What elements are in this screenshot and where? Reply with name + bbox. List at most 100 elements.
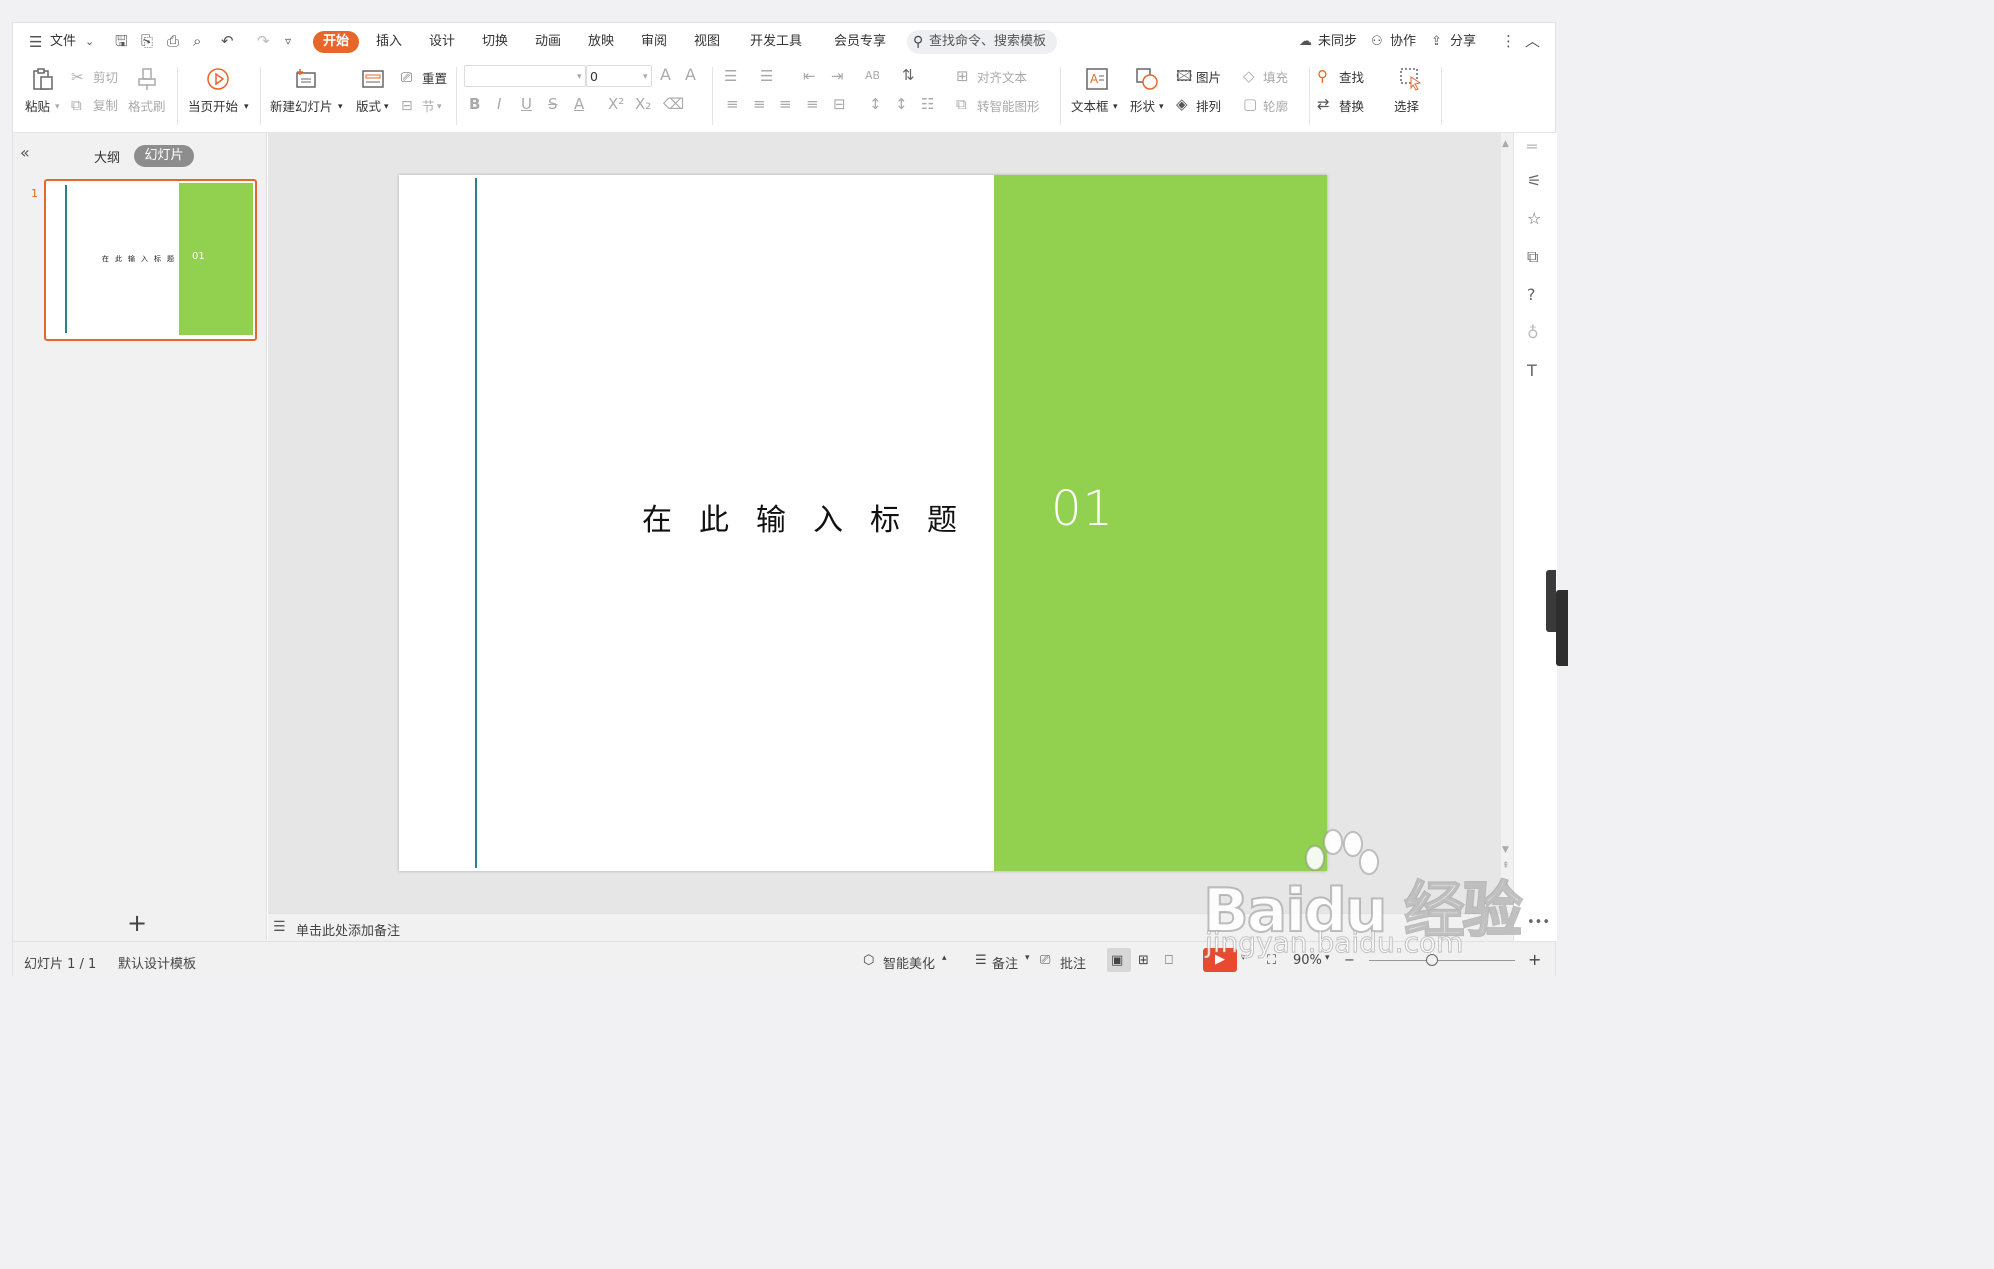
paragraph-spacing-icon[interactable]: ↕ — [895, 96, 908, 112]
chevron-down-icon[interactable]: ▾ — [1113, 99, 1118, 115]
increase-indent-icon[interactable]: ⇥ — [831, 68, 844, 84]
more-options-icon[interactable]: ⋮ — [1501, 33, 1516, 49]
font-family-select[interactable] — [464, 65, 586, 87]
save-icon[interactable]: 🖫 — [115, 33, 128, 49]
justify-icon[interactable]: ≡ — [806, 96, 819, 112]
file-menu[interactable]: 文件 — [50, 33, 76, 51]
format-painter-icon[interactable] — [135, 67, 159, 91]
smart-beautify-button[interactable]: 智能美化 — [883, 953, 935, 972]
textbox-button[interactable]: 文本框 — [1071, 99, 1109, 115]
increase-font-icon[interactable]: A — [660, 67, 671, 83]
slide-title[interactable]: 在此输入标题 — [642, 495, 984, 539]
decrease-font-icon[interactable]: A — [685, 67, 696, 83]
collapse-ribbon-icon[interactable]: ︿ — [1525, 33, 1540, 49]
text-tool-icon[interactable]: T — [1527, 363, 1537, 379]
zoom-in-icon[interactable]: + — [1528, 950, 1541, 969]
tab-transitions[interactable]: 切换 — [482, 33, 508, 51]
print-icon[interactable]: ⎙ — [167, 33, 179, 49]
zoom-level[interactable]: 90% — [1293, 953, 1322, 968]
chevron-down-icon[interactable]: ▾ — [643, 69, 648, 85]
scroll-down-icon[interactable]: ▼ — [1502, 845, 1509, 855]
shape-button[interactable]: 形状 — [1130, 99, 1155, 115]
export-icon[interactable]: ⎘ — [141, 33, 153, 49]
format-painter-button[interactable]: 格式刷 — [128, 99, 166, 115]
properties-icon[interactable]: ⚟ — [1527, 173, 1541, 189]
next-slide-icon[interactable]: ⇟ — [1502, 879, 1510, 889]
chevron-down-icon[interactable]: ▾ — [55, 99, 60, 115]
undo-icon[interactable]: ↶ — [221, 33, 234, 49]
redo-icon[interactable]: ↷ — [257, 33, 270, 49]
chevron-down-icon[interactable]: ▾ — [577, 69, 582, 85]
tab-view[interactable]: 视图 — [694, 33, 720, 51]
tab-review[interactable]: 审阅 — [641, 33, 667, 51]
chevron-down-icon[interactable]: ▾ — [1241, 953, 1246, 963]
tab-member[interactable]: 会员专享 — [834, 33, 886, 51]
numbered-list-icon[interactable]: ☰ — [760, 68, 773, 84]
tab-slideshow[interactable]: 放映 — [588, 33, 614, 51]
select-button[interactable]: 选择 — [1394, 99, 1419, 115]
floating-widget-handle[interactable] — [1546, 570, 1556, 632]
new-slide-icon[interactable] — [294, 67, 318, 91]
convert-smartart-button[interactable]: 转智能图形 — [977, 99, 1040, 115]
arrange-button[interactable]: 排列 — [1196, 99, 1221, 115]
prev-slide-icon[interactable]: ⇞ — [1502, 861, 1510, 871]
font-color-icon[interactable]: A — [574, 96, 584, 112]
paste-button[interactable]: 粘贴 — [25, 99, 50, 115]
clear-format-icon[interactable]: ⌫ — [663, 96, 684, 112]
chevron-down-icon[interactable]: ▾ — [244, 99, 249, 115]
normal-view-icon[interactable]: ▣ — [1111, 953, 1123, 968]
new-slide-button[interactable]: 新建幻灯片 — [270, 99, 333, 115]
align-left-icon[interactable]: ≡ — [726, 96, 739, 112]
play-icon[interactable] — [206, 67, 230, 91]
find-button[interactable]: 查找 — [1339, 70, 1364, 86]
print-preview-icon[interactable]: ⌕ — [193, 33, 201, 49]
copy-button[interactable]: 复制 — [93, 98, 118, 114]
collaborate-button[interactable]: 协作 — [1390, 33, 1416, 51]
slide-section-number[interactable]: 01 — [1051, 481, 1114, 537]
zoom-out-icon[interactable]: − — [1344, 953, 1355, 968]
floating-widget[interactable] — [1556, 590, 1568, 666]
tab-animations[interactable]: 动画 — [535, 33, 561, 51]
tab-developer[interactable]: 开发工具 — [750, 33, 802, 51]
bullet-list-icon[interactable]: ☰ — [724, 68, 737, 84]
add-slide-icon[interactable]: + — [127, 909, 147, 937]
share-button[interactable]: 分享 — [1450, 33, 1476, 51]
vertical-scrollbar[interactable]: ▲ ▼ ⇞ ⇟ — [1501, 133, 1513, 913]
decrease-indent-icon[interactable]: ⇤ — [803, 68, 816, 84]
chevron-down-icon[interactable]: ▾ — [1325, 953, 1330, 963]
star-icon[interactable]: ☆ — [1527, 211, 1541, 227]
fit-window-icon[interactable]: ⛶ — [1267, 953, 1276, 968]
comments-button[interactable]: 批注 — [1060, 953, 1086, 972]
more-icon[interactable]: ••• — [1527, 915, 1550, 931]
slide-sorter-icon[interactable]: ⊞ — [1138, 953, 1149, 968]
slide-green-panel[interactable] — [994, 175, 1327, 871]
textbox-icon[interactable]: A — [1085, 67, 1109, 91]
layout-button[interactable]: 版式 — [356, 99, 381, 115]
distribute-icon[interactable]: ⊟ — [833, 96, 846, 112]
tab-slides[interactable]: 幻灯片 — [134, 145, 194, 167]
paste-icon[interactable] — [31, 67, 55, 91]
columns-icon[interactable]: ☷ — [921, 96, 934, 112]
play-from-current-button[interactable]: 当页开始 — [188, 99, 238, 115]
text-direction-icon[interactable]: ⇅ — [902, 67, 915, 83]
chevron-down-icon[interactable]: ▾ — [338, 99, 343, 115]
chevron-down-icon[interactable]: ▾ — [1025, 953, 1030, 963]
select-icon[interactable] — [1399, 67, 1423, 91]
superscript-icon[interactable]: X² — [608, 96, 624, 112]
chevron-down-icon[interactable]: ▾ — [1159, 99, 1164, 115]
layout-icon[interactable] — [361, 67, 385, 91]
template-name[interactable]: 默认设计模板 — [118, 953, 196, 972]
drag-handle-icon[interactable]: ═ — [1527, 139, 1537, 155]
slide-thumbnail[interactable]: 在此输入标题 01 — [44, 179, 257, 341]
tab-home[interactable]: 开始 — [313, 31, 359, 53]
customize-toolbar-icon[interactable]: ▿ — [285, 33, 291, 49]
notes-bar[interactable]: ☰ 单击此处添加备注 — [268, 913, 1513, 941]
sync-status-button[interactable]: 未同步 — [1318, 33, 1357, 51]
notes-placeholder[interactable]: 单击此处添加备注 — [296, 920, 400, 939]
picture-button[interactable]: 图片 — [1196, 70, 1221, 86]
scroll-up-icon[interactable]: ▲ — [1502, 139, 1509, 149]
bold-icon[interactable]: B — [469, 96, 480, 112]
zoom-slider-handle[interactable] — [1426, 954, 1438, 966]
chevron-up-icon[interactable]: ▴ — [942, 953, 947, 963]
slide[interactable]: 在此输入标题 01 — [399, 175, 1327, 871]
